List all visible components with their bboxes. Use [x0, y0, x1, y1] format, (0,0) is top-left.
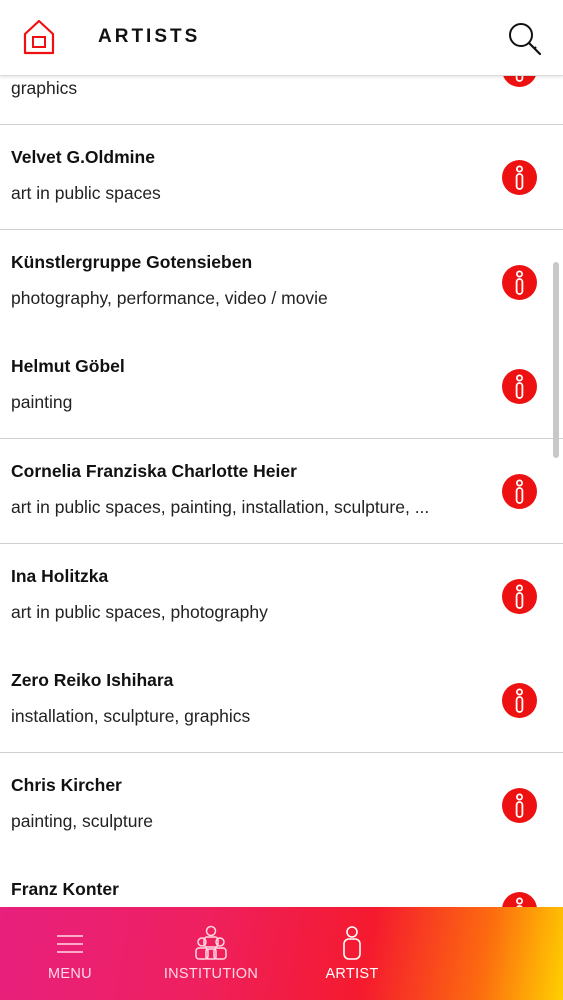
info-icon [515, 584, 524, 609]
info-button[interactable] [502, 160, 537, 195]
artist-name: Chris Kircher [11, 775, 122, 795]
artist-categories: painting, sculpture [11, 811, 154, 831]
artist-categories: art in public spaces [11, 183, 161, 203]
artist-categories: painting [11, 392, 73, 412]
info-icon [515, 688, 524, 713]
info-button[interactable] [502, 788, 537, 823]
info-button[interactable] [502, 579, 537, 614]
info-icon [515, 479, 524, 504]
list-item[interactable]: Chris Kircher painting, sculpture [0, 753, 563, 858]
home-icon[interactable] [22, 18, 56, 56]
artist-categories: installation, sculpture, graphics [11, 706, 251, 726]
list-item[interactable]: Künstlergruppe Gotensieben photography, … [0, 230, 563, 335]
nav-artist[interactable]: ARTIST [314, 907, 390, 1000]
nav-menu[interactable]: MENU [25, 907, 115, 1000]
hamburger-icon [57, 935, 83, 953]
artist-name: Ina Holitzka [11, 566, 109, 586]
list-item[interactable]: Cornelia Franziska Charlotte Heier art i… [0, 439, 563, 544]
list-item[interactable]: Helmut Göbel painting [0, 334, 563, 439]
institution-icon [195, 925, 227, 960]
info-button[interactable] [502, 474, 537, 509]
list-item[interactable]: Velvet G.Oldmine art in public spaces [0, 125, 563, 230]
artist-name: Helmut Göbel [11, 356, 125, 376]
artist-name: Franz Konter [11, 879, 119, 899]
artist-categories: graphics [11, 78, 78, 98]
info-icon [515, 374, 524, 399]
bottom-nav: MENU INSTITUTION ARTIST [0, 907, 563, 1000]
artist-name: Zero Reiko Ishihara [11, 670, 174, 690]
artist-name: Velvet G.Oldmine [11, 147, 155, 167]
info-icon [515, 270, 524, 295]
artist-name: Cornelia Franziska Charlotte Heier [11, 461, 297, 481]
nav-institution[interactable]: INSTITUTION [160, 907, 262, 1000]
artist-icon [343, 926, 361, 960]
info-icon [515, 165, 524, 190]
nav-artist-label: ARTIST [325, 966, 379, 982]
info-button[interactable] [502, 683, 537, 718]
app-header: ARTISTS [0, 0, 563, 76]
search-icon[interactable] [506, 20, 544, 58]
list-item[interactable]: Zero Reiko Ishihara installation, sculpt… [0, 648, 563, 753]
artist-categories: art in public spaces, photography [11, 602, 268, 622]
info-icon [515, 793, 524, 818]
page-title: ARTISTS [98, 26, 201, 47]
nav-menu-label: MENU [48, 966, 92, 982]
scrollbar[interactable] [553, 262, 559, 458]
info-button[interactable] [502, 265, 537, 300]
artist-categories: photography, performance, video / movie [11, 288, 328, 308]
nav-institution-label: INSTITUTION [163, 966, 259, 982]
artist-name: Künstlergruppe Gotensieben [11, 252, 253, 272]
artist-categories: art in public spaces, painting, installa… [11, 497, 430, 517]
info-button[interactable] [502, 369, 537, 404]
artists-screen: graphics Velvet G.Oldmine art in public … [0, 0, 563, 1000]
list-item[interactable]: Ina Holitzka art in public spaces, photo… [0, 544, 563, 649]
